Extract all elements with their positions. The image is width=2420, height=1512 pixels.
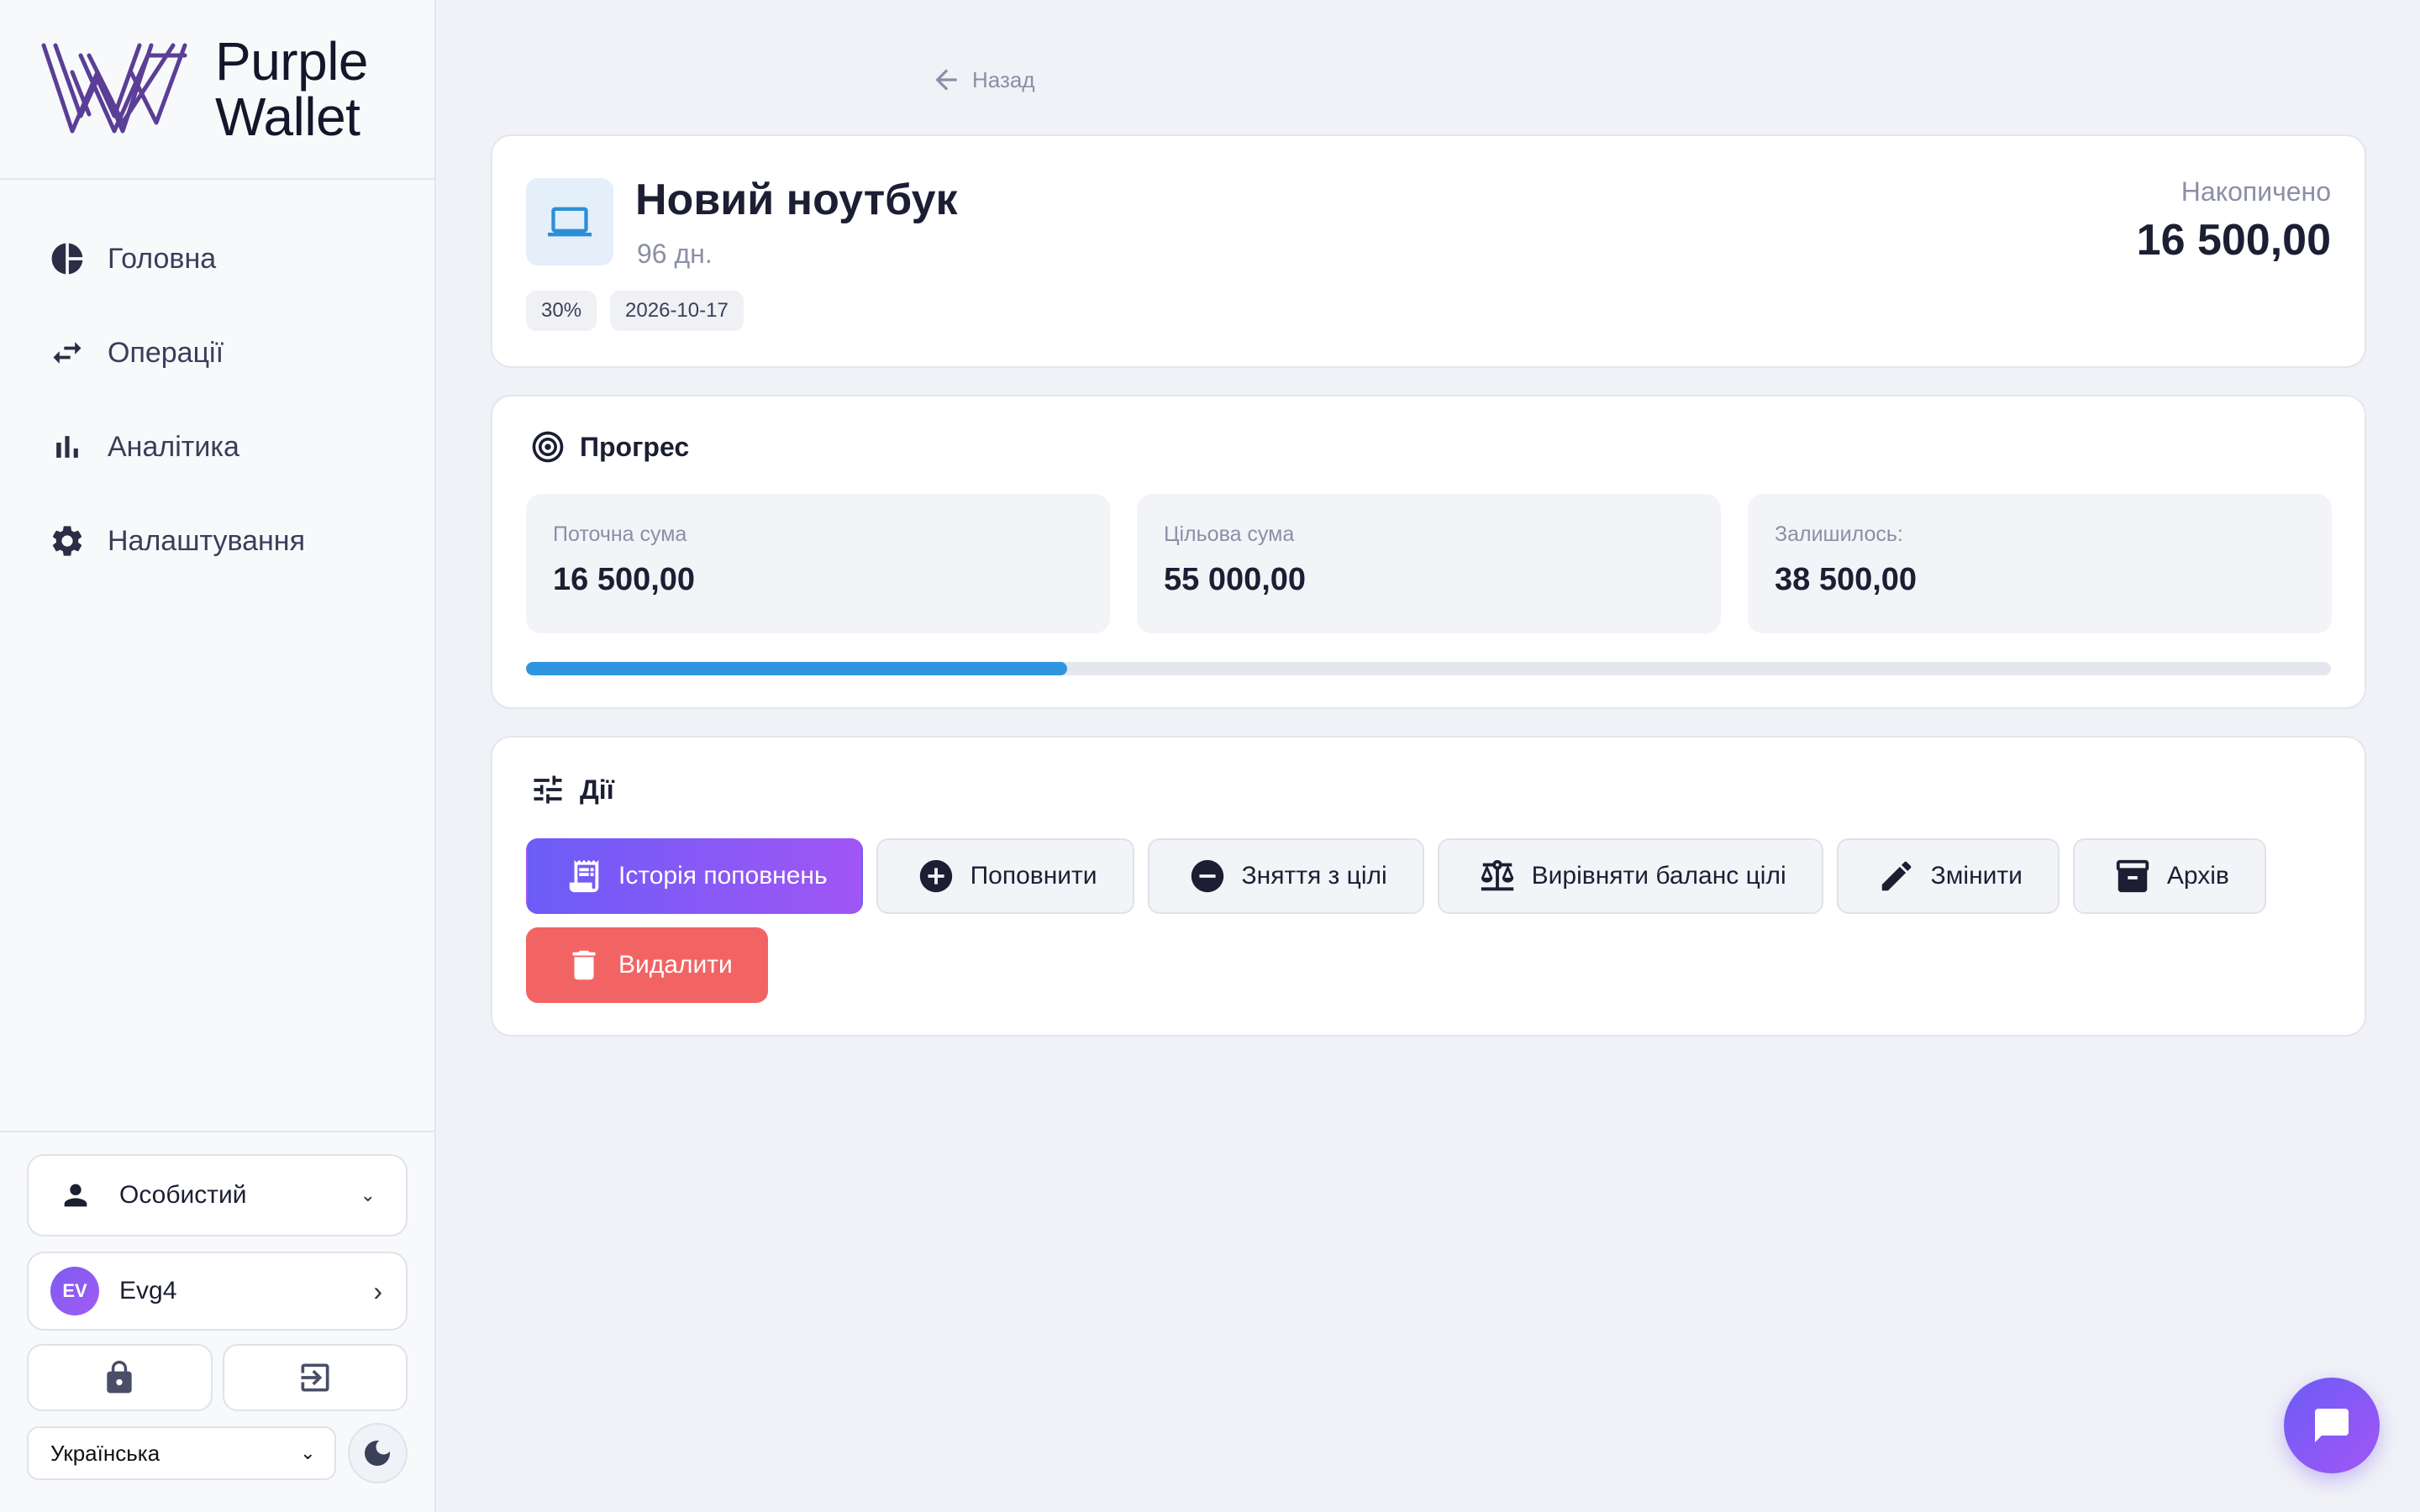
theme-toggle-button[interactable] (347, 1423, 408, 1483)
minus-circle-icon (1191, 859, 1223, 893)
current-amount-box: Поточна сума 16 500,00 (526, 494, 1110, 633)
saved-label: Накопичено (2181, 176, 2331, 207)
chevron-right-icon: › (373, 1275, 382, 1306)
nav-item-label: Головна (108, 242, 217, 275)
account-selector[interactable]: Особистий ⌄ (27, 1154, 408, 1236)
logo[interactable]: Purple Wallet (0, 0, 434, 180)
language-value: Українська (50, 1440, 160, 1466)
progress-title: Прогрес (580, 431, 690, 462)
stat-label: Залишилось: (1775, 522, 1903, 546)
nav-item-label: Операції (108, 336, 224, 369)
progress-bar (526, 662, 2331, 675)
purple-wallet-logo-icon (41, 43, 187, 134)
receipt-icon (569, 859, 599, 893)
target-amount-box: Цільова сума 55 000,00 (1137, 494, 1721, 633)
actions-row-1: Історія поповнень Поповнити Зняття з ціл… (526, 838, 2266, 914)
lock-icon (107, 1360, 132, 1394)
withdraw-button[interactable]: Зняття з цілі (1147, 838, 1424, 914)
progress-stats: Поточна сума 16 500,00 Цільова сума 55 0… (526, 494, 2332, 633)
goal-title: Новий ноутбук (635, 176, 958, 224)
percent-badge: 30% (526, 291, 597, 331)
stat-label: Поточна сума (553, 522, 687, 546)
progress-bar-fill (526, 662, 1068, 675)
actions-card: Дії Історія поповнень Поповнити Зняття з… (491, 736, 2366, 1037)
lock-button[interactable] (27, 1344, 213, 1411)
balance-label: Вирівняти баланс цілі (1531, 862, 1786, 890)
days-remaining: 96 дн. (637, 239, 713, 269)
plus-circle-icon (919, 859, 952, 893)
stat-value: 16 500,00 (553, 562, 696, 597)
chevron-down-icon: ⌄ (360, 1184, 376, 1205)
progress-heading: Прогрес (529, 428, 689, 465)
nav-item-home[interactable]: Головна (0, 212, 434, 306)
archive-button[interactable]: Архів (2072, 838, 2266, 914)
withdraw-label: Зняття з цілі (1241, 862, 1387, 890)
nav-item-operations[interactable]: Операції (0, 306, 434, 400)
scale-icon (1481, 859, 1513, 891)
progress-card: Прогрес Поточна сума 16 500,00 Цільова с… (491, 395, 2366, 709)
logout-button[interactable] (222, 1344, 408, 1411)
deposit-button[interactable]: Поповнити (876, 838, 1134, 914)
chat-button[interactable] (2284, 1378, 2380, 1473)
user-name: Evg4 (119, 1277, 177, 1305)
nav-item-settings[interactable]: Налаштування (0, 494, 434, 588)
stat-value: 55 000,00 (1164, 562, 1307, 597)
remaining-amount-box: Залишилось: 38 500,00 (1748, 494, 2332, 633)
nav-item-label: Аналітика (108, 430, 239, 463)
person-icon (64, 1184, 87, 1207)
stat-value: 38 500,00 (1775, 562, 1918, 597)
trash-icon (572, 950, 596, 980)
pie-chart-icon (49, 240, 86, 277)
quick-actions (27, 1344, 408, 1411)
stat-label: Цільова сума (1164, 522, 1295, 546)
goal-chips: 30% 2026-10-17 (526, 291, 744, 331)
history-button[interactable]: Історія поповнень (526, 838, 863, 914)
delete-button[interactable]: Видалити (526, 927, 768, 1003)
language-select[interactable]: Українська ⌄ (27, 1426, 336, 1480)
bar-chart-icon (49, 428, 86, 465)
actions-heading: Дії (529, 771, 614, 808)
account-name: Особистий (119, 1181, 247, 1209)
edit-label: Змінити (1930, 862, 2023, 890)
sidebar: Purple Wallet Головна Операції Аналітика… (0, 0, 436, 1512)
sidebar-footer: Особистий ⌄ EV Evg4 › Українська ⌄ (0, 1131, 434, 1512)
deadline-badge: 2026-10-17 (610, 291, 744, 331)
history-label: Історія поповнень (618, 862, 828, 890)
goal-icon (526, 178, 613, 265)
pencil-icon (1881, 861, 1911, 891)
main-nav: Головна Операції Аналітика Налаштування (0, 180, 434, 588)
gear-icon (49, 522, 86, 559)
saved-amount: 16 500,00 (2136, 216, 2331, 265)
user-profile[interactable]: EV Evg4 › (27, 1252, 408, 1331)
deposit-label: Поповнити (970, 862, 1097, 890)
logout-icon (301, 1363, 329, 1392)
actions-row-2: Видалити (526, 927, 768, 1003)
laptop-icon (548, 207, 592, 237)
archive-icon (2116, 859, 2149, 893)
goal-header-card: Новий ноутбук 96 дн. 30% 2026-10-17 Нако… (491, 134, 2366, 368)
back-label: Назад (972, 66, 1035, 92)
arrow-left-icon (935, 69, 957, 91)
swap-arrows-icon (49, 334, 86, 371)
delete-label: Видалити (618, 951, 733, 979)
nav-item-analytics[interactable]: Аналітика (0, 400, 434, 494)
back-link[interactable]: Назад (930, 64, 1035, 96)
chat-bubble-icon (2315, 1409, 2349, 1442)
avatar: EV (50, 1267, 99, 1315)
moon-icon (365, 1441, 391, 1466)
balance-button[interactable]: Вирівняти баланс цілі (1437, 838, 1823, 914)
actions-title: Дії (580, 774, 614, 805)
archive-label: Архів (2166, 862, 2229, 890)
edit-button[interactable]: Змінити (1836, 838, 2060, 914)
nav-item-label: Налаштування (108, 524, 305, 557)
target-spiral-icon (532, 431, 564, 463)
brand-name: Purple Wallet (215, 31, 369, 147)
chevron-down-icon: ⌄ (300, 1442, 316, 1463)
sliders-icon (534, 775, 562, 804)
language-row: Українська ⌄ (27, 1423, 408, 1483)
